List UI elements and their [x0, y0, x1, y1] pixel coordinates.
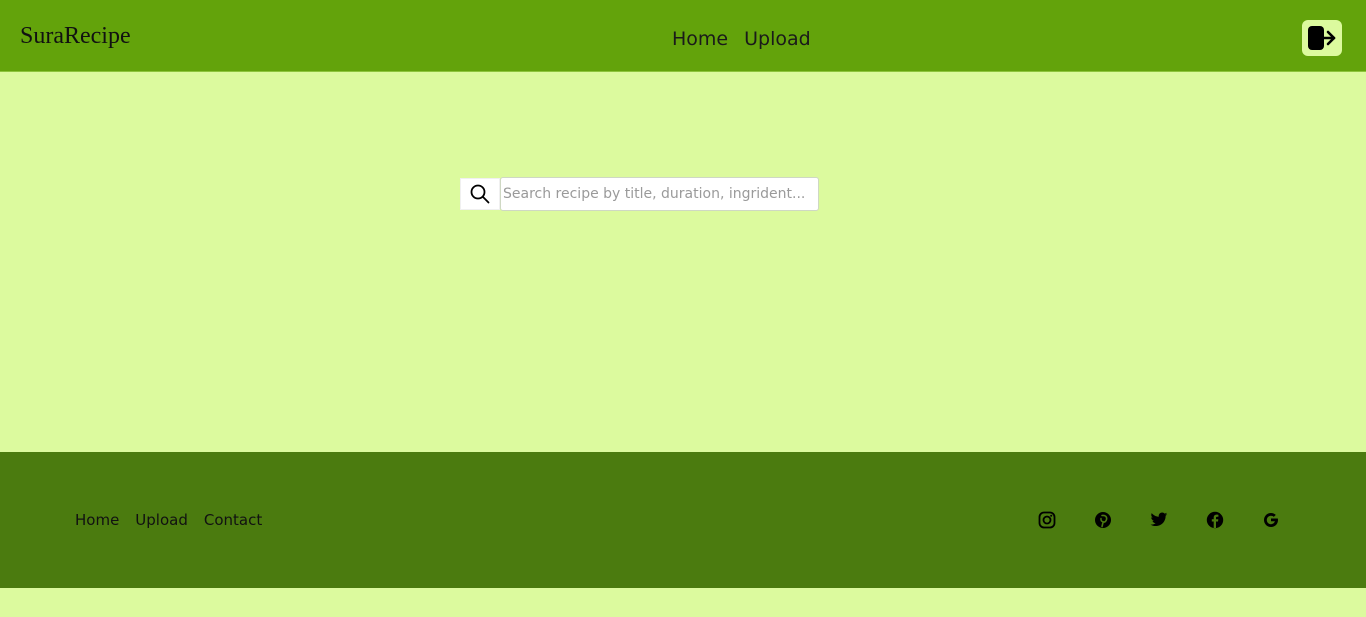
twitter-icon[interactable] — [1149, 510, 1169, 530]
nav-home-link[interactable]: Home — [664, 24, 736, 54]
logout-icon — [1308, 26, 1336, 50]
facebook-icon[interactable] — [1205, 510, 1225, 530]
top-navbar: SuraRecipe Home Upload — [0, 0, 1366, 72]
search-input[interactable] — [500, 177, 819, 211]
pinterest-icon[interactable] — [1093, 510, 1113, 530]
footer-contact-link[interactable]: Contact — [204, 510, 262, 530]
search-button[interactable] — [460, 178, 500, 210]
social-links — [1037, 510, 1317, 530]
footer-home-link[interactable]: Home — [75, 510, 119, 530]
search-bar — [460, 177, 819, 211]
footer-upload-link[interactable]: Upload — [135, 510, 188, 530]
instagram-icon[interactable] — [1037, 510, 1057, 530]
nav-upload-link[interactable]: Upload — [736, 24, 819, 54]
logout-button[interactable] — [1302, 20, 1342, 56]
brand-logo[interactable]: SuraRecipe — [20, 21, 131, 51]
page-footer: Home Upload Contact — [0, 452, 1366, 588]
footer-links: Home Upload Contact — [75, 510, 278, 530]
search-icon — [470, 184, 490, 204]
main-nav: Home Upload — [664, 24, 819, 54]
google-icon[interactable] — [1261, 510, 1281, 530]
